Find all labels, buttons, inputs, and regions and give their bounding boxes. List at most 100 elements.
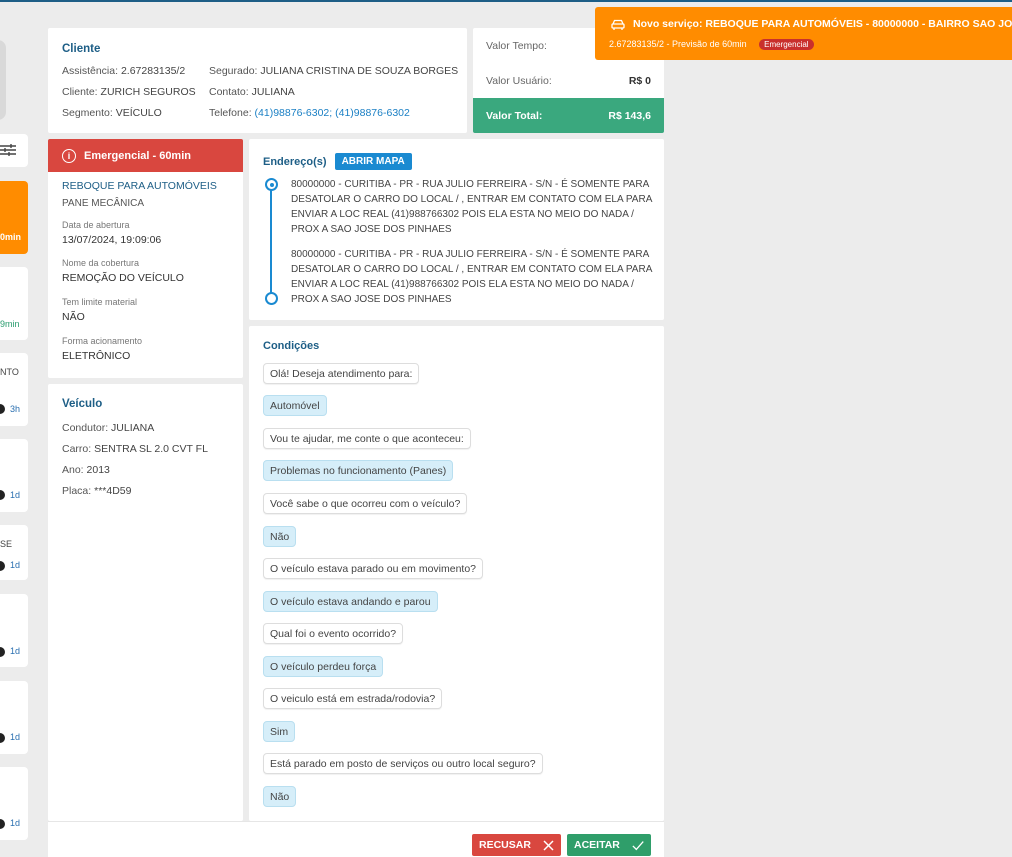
notification-subtitle: 2.67283135/2 - Previsão de 60min Emergen… [609, 39, 814, 50]
list-item[interactable]: 1d [0, 594, 28, 667]
list-item-label: NTO [0, 367, 19, 377]
address-header: Endereço(s) ABRIR MAPA [263, 153, 412, 170]
open-map-button[interactable]: ABRIR MAPA [334, 153, 412, 170]
user-value-label: Valor Usuário: [486, 74, 552, 87]
list-item[interactable]: 1d [0, 767, 28, 840]
assistance-label: Assistência: [62, 65, 119, 77]
chat-question: Você sabe o que ocorreu com o veículo? [263, 493, 468, 514]
emergency-banner: i Emergencial - 60min [48, 139, 243, 172]
status-dot-icon [0, 647, 5, 657]
list-item[interactable]: 1d [0, 439, 28, 512]
activation-form-value: ELETRÔNICO [62, 350, 131, 362]
list-item[interactable]: SE 1d [0, 525, 28, 580]
list-item-badge: 3h [10, 404, 21, 414]
close-icon [543, 839, 554, 851]
destination-address: 80000000 - CURITIBA - PR - RUA JULIO FER… [291, 249, 652, 305]
list-item[interactable]: 1d [0, 681, 28, 754]
driver-label: Condutor: [62, 422, 109, 434]
accept-label: ACEITAR [574, 839, 620, 851]
chat-answer: O veículo estava andando e parou [263, 591, 438, 612]
car-row: Carro: SENTRA SL 2.0 CVT FL [62, 439, 208, 460]
year-row: Ano: 2013 [62, 460, 208, 481]
segment-row: Segmento: VEÍCULO [62, 103, 196, 124]
chat-question: O veículo estava parado ou em movimento? [263, 558, 484, 579]
activation-form-label: Forma acionamento [62, 336, 143, 346]
chat-answer: Problemas no funcionamento (Panes) [263, 460, 454, 481]
destination-point-icon [265, 292, 278, 305]
contact-value: JULIANA [251, 86, 295, 98]
contact-row: Contato: JULIANA [209, 82, 458, 103]
address-card: Endereço(s) ABRIR MAPA 80000000 - CURITI… [249, 139, 664, 320]
list-item[interactable]: 9min [0, 267, 28, 340]
chat-answer: Não [263, 526, 297, 547]
user-value-row: Valor Usuário: R$ 0 [473, 63, 664, 98]
notification-subtitle-text: 2.67283135/2 - Previsão de 60min [609, 39, 747, 49]
service-name: REBOQUE PARA AUTOMÓVEIS [62, 180, 217, 192]
list-item[interactable]: NTO 3h [0, 353, 28, 426]
status-dot-icon [0, 490, 5, 500]
client-value: ZURICH SEGUROS [100, 86, 196, 98]
opening-date-label: Data de abertura [62, 220, 130, 230]
collapsed-panel-handle[interactable] [0, 40, 6, 120]
material-limit-value: NÃO [62, 311, 85, 323]
car-value: SENTRA SL 2.0 CVT FL [94, 443, 208, 455]
filter-button[interactable] [0, 134, 28, 167]
chat-question: Vou te ajudar, me conte o que aconteceu: [263, 428, 471, 449]
emergency-label: Emergencial - 60min [84, 149, 191, 162]
vehicle-card: Veículo Condutor: JULIANA Carro: SENTRA … [48, 384, 243, 821]
chat-answer: O veículo perdeu força [263, 656, 384, 677]
total-value-row: Valor Total: R$ 143,6 [473, 98, 664, 133]
info-icon: i [62, 148, 76, 163]
plate-row: Placa: ***4D59 [62, 481, 208, 502]
contact-label: Contato: [209, 86, 249, 98]
chat-question: O veiculo está em estrada/rodovia? [263, 688, 443, 709]
car-label: Carro: [62, 443, 92, 455]
client-label: Cliente: [62, 86, 98, 98]
user-value: R$ 0 [628, 74, 651, 87]
origin-address: 80000000 - CURITIBA - PR - RUA JULIO FER… [291, 179, 652, 235]
phone-link[interactable]: (41)98876-6302; (41)98876-6302 [255, 107, 410, 119]
total-value: R$ 143,6 [608, 109, 651, 122]
driver-value: JULIANA [111, 422, 155, 434]
status-dot-icon [0, 733, 5, 743]
chat-answer: Automóvel [263, 395, 327, 416]
list-item-active[interactable]: 0min [0, 181, 28, 254]
car-icon [611, 19, 625, 30]
list-item-badge: 1d [10, 490, 21, 500]
accept-button[interactable]: ACEITAR [567, 834, 651, 856]
reject-label: RECUSAR [479, 839, 531, 851]
plate-label: Placa: [62, 485, 92, 497]
insured-value: JULIANA CRISTINA DE SOUZA BORGES [260, 65, 459, 77]
status-dot-icon [0, 561, 5, 571]
address-title: Endereço(s) [263, 155, 327, 168]
assistance-value: 2.67283135/2 [120, 65, 186, 77]
coverage-label: Nome da cobertura [62, 258, 140, 268]
conditions-title: Condições [263, 340, 320, 352]
check-icon [632, 840, 644, 850]
year-label: Ano: [62, 464, 84, 476]
emergency-badge: Emergencial [759, 39, 814, 50]
top-accent-line [0, 0, 1012, 2]
material-limit-label: Tem limite material [62, 297, 138, 307]
list-item-badge: 1d [10, 646, 21, 656]
insured-label: Segurado: [209, 65, 258, 77]
chat-question: Olá! Deseja atendimento para: [263, 363, 420, 384]
new-service-notification[interactable]: Novo serviço: REBOQUE PARA AUTOMÓVEIS - … [595, 7, 1012, 60]
notification-title: Novo serviço: REBOQUE PARA AUTOMÓVEIS - … [633, 18, 1012, 30]
time-value-label: Valor Tempo: [486, 39, 547, 52]
segment-value: VEÍCULO [115, 107, 162, 119]
reject-button[interactable]: RECUSAR [472, 834, 561, 856]
assistance-row: Assistência: 2.67283135/2 [62, 61, 196, 82]
opening-date-value: 13/07/2024, 19:09:06 [62, 234, 162, 246]
origin-point-icon [265, 178, 278, 191]
status-dot-icon [0, 404, 5, 414]
plate-value: ***4D59 [94, 485, 132, 497]
driver-row: Condutor: JULIANA [62, 418, 208, 439]
client-row: Cliente: ZURICH SEGUROS [62, 82, 196, 103]
client-card: Cliente Assistência: 2.67283135/2 Client… [48, 28, 467, 133]
vehicle-title: Veículo [62, 398, 103, 410]
status-dot-icon [0, 819, 5, 829]
filter-sliders-icon [0, 144, 16, 156]
list-item-badge: 1d [10, 560, 21, 570]
chat-answer: Sim [263, 721, 296, 742]
